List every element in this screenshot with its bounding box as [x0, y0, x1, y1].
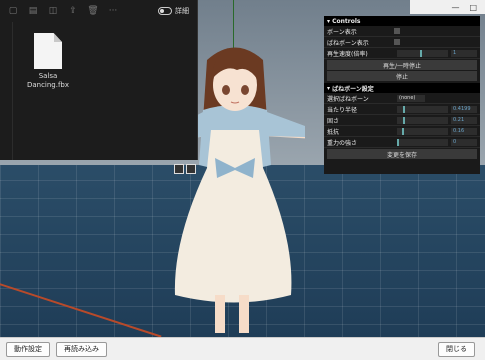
save-changes-button[interactable]: 変更を保存	[327, 149, 477, 159]
stiffness-row: 固さ 0.21	[324, 115, 480, 126]
gravity-value[interactable]: 0	[451, 138, 477, 146]
maximize-button[interactable]: □	[469, 3, 477, 12]
hit-radius-row: 当たり半径 0.4199	[324, 104, 480, 115]
bone-display-label: ボーン表示	[327, 28, 357, 36]
hit-radius-label: 当たり半径	[327, 106, 358, 114]
playback-speed-value[interactable]: 1	[451, 49, 477, 57]
playback-speed-row: 再生速度(倍率) 1	[324, 48, 480, 59]
file-item[interactable]: Salsa Dancing.fbx	[26, 33, 70, 90]
pause-button[interactable]: 再生/一時停止	[327, 60, 477, 70]
more-icon[interactable]: ···	[106, 4, 120, 18]
damping-slider[interactable]	[397, 127, 448, 135]
new-folder-icon[interactable]: ▢	[6, 4, 20, 18]
spring-header[interactable]: ▾ ばねボーン設定	[324, 83, 480, 93]
toggle-icon	[158, 7, 172, 15]
motion-settings-button[interactable]: 動作設定	[6, 341, 50, 357]
share-icon[interactable]: ⇪	[66, 4, 80, 18]
controls-panel: ▾ Controls ボーン表示 ばねボーン表示 再生速度(倍率) 1 再生/一…	[324, 16, 480, 174]
gravity-label: 重力の強さ	[327, 139, 358, 147]
rename-icon[interactable]: ◫	[46, 4, 60, 18]
selected-spring-dropdown[interactable]: (none)	[397, 94, 425, 102]
spring-bone-display-label: ばねボーン表示	[327, 39, 369, 47]
damping-row: 抵抗 0.16	[324, 126, 480, 137]
bone-display-checkbox[interactable]	[394, 28, 400, 34]
bone-display-row: ボーン表示	[324, 26, 480, 37]
window-controls: — □	[410, 0, 485, 14]
selected-spring-label: 選択ばねボーン	[327, 95, 369, 103]
view-split-icon[interactable]	[186, 164, 196, 174]
clipboard-icon[interactable]: ▤	[26, 4, 40, 18]
file-name-line2: Dancing.fbx	[26, 81, 70, 89]
close-button[interactable]: 閉じる	[438, 341, 475, 357]
stop-button[interactable]: 停止	[327, 71, 477, 81]
spring-bone-display-checkbox[interactable]	[394, 39, 400, 45]
file-icon	[34, 33, 62, 69]
x-axis-line	[0, 280, 162, 338]
file-name-line1: Salsa	[38, 72, 58, 80]
reload-button[interactable]: 再読み込み	[56, 341, 107, 357]
controls-header[interactable]: ▾ Controls	[324, 16, 480, 26]
view-buttons	[174, 164, 196, 174]
playback-speed-slider[interactable]	[397, 49, 448, 57]
hit-radius-value[interactable]: 0.4199	[451, 105, 477, 113]
damping-label: 抵抗	[327, 128, 340, 136]
explorer-toolbar: ▢ ▤ ◫ ⇪ 🗑 ··· 詳細	[0, 0, 197, 22]
playback-speed-label: 再生速度(倍率)	[327, 50, 368, 58]
gravity-row: 重力の強さ 0	[324, 137, 480, 148]
stiffness-label: 固さ	[327, 117, 340, 125]
bottom-bar: 動作設定 再読み込み 閉じる	[0, 337, 485, 360]
explorer-nav-pane[interactable]	[0, 22, 13, 160]
stiffness-value[interactable]: 0.21	[451, 116, 477, 124]
detail-toggle-button[interactable]: 詳細	[158, 6, 189, 16]
selected-spring-row: 選択ばねボーン (none)	[324, 93, 480, 104]
stiffness-slider[interactable]	[397, 116, 448, 124]
detail-label: 詳細	[175, 7, 189, 15]
spring-bone-display-row: ばねボーン表示	[324, 37, 480, 48]
damping-value[interactable]: 0.16	[451, 127, 477, 135]
view-single-icon[interactable]	[174, 164, 184, 174]
minimize-button[interactable]: —	[451, 3, 459, 12]
gravity-slider[interactable]	[397, 138, 448, 146]
file-explorer-panel: ▢ ▤ ◫ ⇪ 🗑 ··· 詳細 Salsa Dancing.fbx	[0, 0, 198, 160]
hit-radius-slider[interactable]	[397, 105, 448, 113]
delete-icon[interactable]: 🗑	[86, 4, 100, 18]
